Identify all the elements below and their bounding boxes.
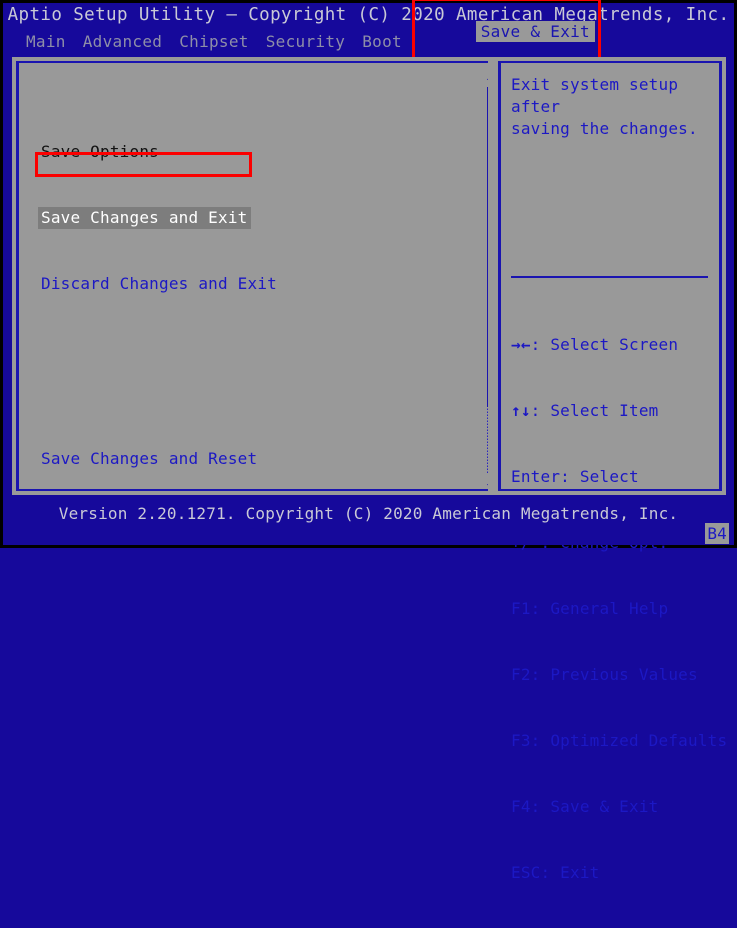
menu-item-save-changes-and-exit[interactable]: Save Changes and Exit xyxy=(38,207,251,229)
menu-spacer xyxy=(41,361,461,382)
bios-setup-screen: Aptio Setup Utility – Copyright (C) 2020… xyxy=(0,0,737,882)
key-legend-f4: F4: Save & Exit xyxy=(511,796,721,818)
menu-tab-bar: Main Advanced Chipset Security Boot Save… xyxy=(25,0,601,84)
scrollbar-dither-region xyxy=(487,407,488,473)
key-legend-enter: Enter: Select xyxy=(511,466,721,488)
key-legend-select-screen: →←: Select Screen xyxy=(511,334,721,356)
key-f4-label: F4 xyxy=(511,797,531,816)
key-f2-label: F2 xyxy=(511,665,531,684)
key-legend-f3: F3: Optimized Defaults xyxy=(511,730,727,752)
key-legend-select-item: ↑↓: Select Item xyxy=(511,400,721,422)
window-title: Aptio Setup Utility – Copyright (C) 2020… xyxy=(7,5,730,25)
help-description: Exit system setup after saving the chang… xyxy=(511,75,698,138)
tab-security[interactable]: Security xyxy=(265,31,346,52)
menu-header-save-options: Save Options xyxy=(41,142,159,161)
tab-save-and-exit[interactable]: Save & Exit xyxy=(475,21,595,42)
arrow-up-down-icon: ↑↓ xyxy=(511,401,531,420)
footer-version-text: Version 2.20.1271. Copyright (C) 2020 Am… xyxy=(58,504,679,523)
key-esc-label: ESC xyxy=(511,863,541,882)
key-f1-label: F1 xyxy=(511,599,531,618)
tab-chipset[interactable]: Chipset xyxy=(178,31,250,52)
scrollbar-thumb[interactable] xyxy=(487,87,488,407)
menu-item-discard-changes-and-exit[interactable]: Discard Changes and Exit xyxy=(41,273,461,295)
tab-advanced[interactable]: Advanced xyxy=(82,31,163,52)
key-f3-label: F3 xyxy=(511,731,531,750)
key-legend-f3-action: : Optimized Defaults xyxy=(530,731,728,750)
options-scrollbar[interactable] xyxy=(485,69,488,489)
help-panel: Exit system setup after saving the chang… xyxy=(498,61,727,882)
scroll-up-arrow-icon[interactable] xyxy=(487,71,488,80)
key-legend-f4-action: : Save & Exit xyxy=(530,797,659,816)
corner-badge: B4 xyxy=(705,523,729,544)
key-legend-select-screen-label: : Select Screen xyxy=(530,335,679,354)
tab-main[interactable]: Main xyxy=(25,31,67,52)
key-legend-f1: F1: General Help xyxy=(511,598,721,620)
tab-boot[interactable]: Boot xyxy=(361,31,403,52)
key-legend-list: →←: Select Screen ↑↓: Select Item Enter:… xyxy=(511,290,727,928)
key-legend-select-item-label: : Select Item xyxy=(530,401,659,420)
help-divider xyxy=(511,276,708,278)
footer-bar: Version 2.20.1271. Copyright (C) 2020 Am… xyxy=(6,500,731,545)
menu-item-save-changes-and-exit-row: Save Changes and Exit xyxy=(38,207,461,229)
key-enter-label: Enter xyxy=(511,467,561,486)
key-legend-f1-action: : General Help xyxy=(530,599,669,618)
scroll-down-arrow-icon[interactable] xyxy=(487,484,488,489)
key-legend-esc-action: : Exit xyxy=(540,863,600,882)
menu-item-save-changes-and-reset[interactable]: Save Changes and Reset xyxy=(41,448,461,470)
key-legend-f2: F2: Previous Values xyxy=(511,664,721,686)
key-legend-enter-action: : Select xyxy=(560,467,639,486)
key-legend-esc: ESC: Exit xyxy=(511,862,721,884)
options-panel: Save Options Save Changes and Exit Disca… xyxy=(16,61,488,491)
save-exit-menu-list: Save Options Save Changes and Exit Disca… xyxy=(38,75,461,489)
arrow-left-right-icon: →← xyxy=(511,335,531,354)
main-content-frame: Save Options Save Changes and Exit Disca… xyxy=(12,57,727,882)
key-legend-f2-action: : Previous Values xyxy=(530,665,698,684)
scrollbar-track[interactable] xyxy=(487,85,488,478)
